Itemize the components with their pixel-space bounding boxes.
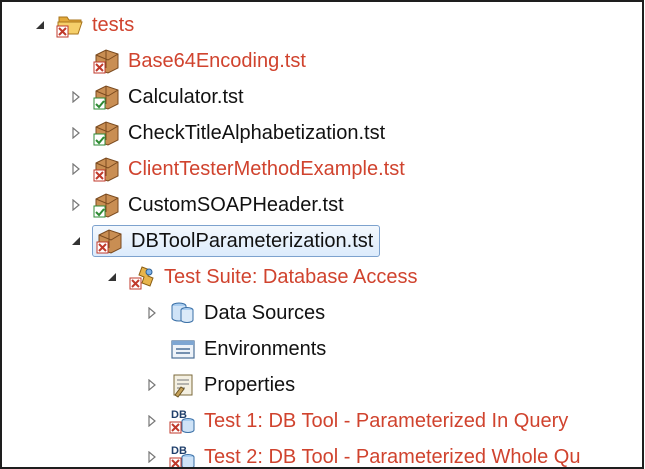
tree-node-label: tests (92, 14, 135, 36)
no-expander (144, 341, 160, 357)
test-file-ok-icon (92, 191, 122, 219)
tree-node-file[interactable]: ClientTesterMethodExample.tst (68, 151, 405, 187)
expanded-triangle-icon[interactable] (104, 269, 120, 285)
tree-node-file[interactable]: CheckTitleAlphabetization.tst (68, 115, 385, 151)
tree-node-label: Environments (204, 338, 327, 360)
tree-node-properties[interactable]: Properties (144, 367, 295, 403)
environments-icon (168, 335, 198, 363)
tree-node-label: Test Suite: Database Access (164, 266, 418, 288)
collapsed-triangle-icon[interactable] (68, 125, 84, 141)
tree-node-suite[interactable]: Test Suite: Database Access (104, 259, 417, 295)
test-file-error-icon (92, 155, 122, 183)
test-file-ok-icon (92, 83, 122, 111)
collapsed-triangle-icon[interactable] (144, 413, 160, 429)
no-expander (68, 53, 84, 69)
collapsed-triangle-icon[interactable] (68, 197, 84, 213)
tree-node-label: Data Sources (204, 302, 326, 324)
tree-node-label: CheckTitleAlphabetization.tst (128, 122, 386, 144)
tree-node-tests[interactable]: tests (32, 7, 134, 43)
tree-node-file[interactable]: Base64Encoding.tst (68, 43, 306, 79)
tree-node-label: ClientTesterMethodExample.tst (128, 158, 405, 180)
tree-node-label: Test 1: DB Tool - Parameterized In Query (204, 410, 569, 432)
collapsed-triangle-icon[interactable] (68, 161, 84, 177)
properties-icon (168, 371, 198, 399)
tree-node-test[interactable]: DB Test 2: DB Tool - Parameterized Whole… (144, 439, 581, 468)
tree-node-label: Base64Encoding.tst (128, 50, 306, 72)
tree-node-label: Test 2: DB Tool - Parameterized Whole Qu (204, 446, 581, 468)
db-tool-icon: DB (168, 407, 198, 435)
tree-node-label: CustomSOAPHeader.tst (128, 194, 344, 216)
collapsed-triangle-icon[interactable] (144, 377, 160, 393)
tree-node-label: Properties (204, 374, 296, 396)
tree-node-environments[interactable]: Environments (144, 331, 326, 367)
data-sources-icon (168, 299, 198, 327)
tree-node-file-selected[interactable]: DBToolParameterization.tst (68, 223, 381, 259)
expanded-triangle-icon[interactable] (68, 233, 84, 249)
collapsed-triangle-icon[interactable] (144, 449, 160, 465)
db-tool-icon: DB (168, 443, 198, 467)
project-tree: tests Base64Encoding.tst Calculator.tst … (0, 0, 644, 469)
collapsed-triangle-icon[interactable] (68, 89, 84, 105)
tree-node-file[interactable]: CustomSOAPHeader.tst (68, 187, 344, 223)
test-file-error-icon (95, 227, 125, 255)
tree-node-label: Calculator.tst (128, 86, 244, 108)
tree-node-data-sources[interactable]: Data Sources (144, 295, 325, 331)
test-suite-error-icon (128, 263, 158, 291)
test-file-error-icon (92, 47, 122, 75)
tree-node-test[interactable]: DB Test 1: DB Tool - Parameterized In Qu… (144, 403, 568, 439)
tree-node-file[interactable]: Calculator.tst (68, 79, 244, 115)
tree-node-label: DBToolParameterization.tst (131, 230, 374, 252)
expanded-triangle-icon[interactable] (32, 17, 48, 33)
collapsed-triangle-icon[interactable] (144, 305, 160, 321)
selection-highlight[interactable]: DBToolParameterization.tst (92, 225, 381, 257)
test-file-ok-icon (92, 119, 122, 147)
folder-open-icon (56, 11, 86, 39)
